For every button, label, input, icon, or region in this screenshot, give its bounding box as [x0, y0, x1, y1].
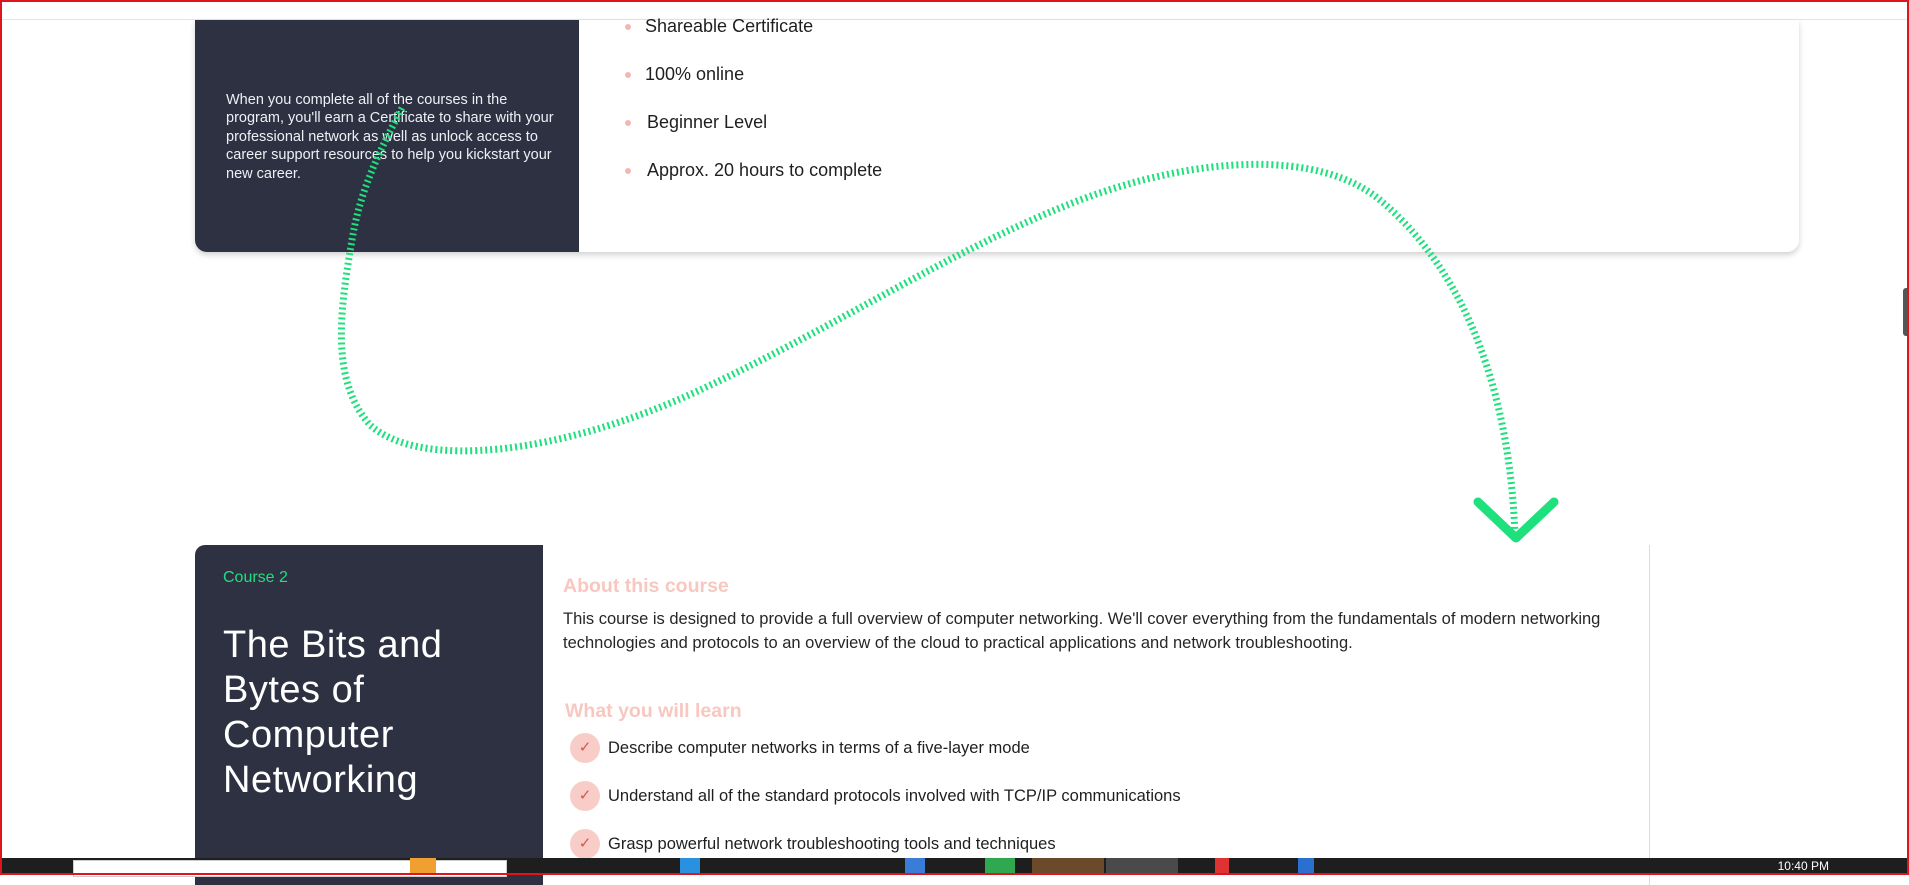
- bullet-dot-icon: [625, 120, 631, 126]
- bullet-dot-icon: [625, 168, 631, 174]
- learn-item: ✓ Describe computer networks in terms of …: [570, 733, 1181, 781]
- course-card: Course 2 The Bits and Bytes of Computer …: [195, 545, 1650, 885]
- certificate-panel: When you complete all of the courses in …: [195, 20, 579, 252]
- course-number: Course 2: [223, 569, 288, 586]
- check-icon: ✓: [570, 781, 600, 811]
- course-title[interactable]: The Bits and Bytes of Computer Networkin…: [223, 623, 523, 803]
- taskbar-app-icon[interactable]: [410, 858, 436, 875]
- feature-item: Beginner Level: [625, 110, 882, 158]
- feature-label: Shareable Certificate: [645, 16, 814, 36]
- taskbar-search-box[interactable]: [73, 860, 507, 877]
- program-features-list: Shareable Certificate 100% online Beginn…: [625, 16, 883, 212]
- feature-item: Shareable Certificate: [625, 14, 880, 62]
- os-taskbar: 10:40 PM: [0, 858, 1909, 877]
- certificate-description: When you complete all of the courses in …: [226, 92, 554, 182]
- course-title-panel: Course 2 The Bits and Bytes of Computer …: [195, 545, 543, 885]
- taskbar-app-icon-active[interactable]: [1032, 858, 1104, 875]
- arrow-head-icon: [1473, 497, 1559, 543]
- learn-item: ✓ Understand all of the standard protocol…: [570, 781, 1181, 829]
- learn-item-label: Understand all of the standard protocols…: [608, 787, 1181, 805]
- about-heading: About this course: [563, 575, 729, 597]
- taskbar-app-icon[interactable]: [680, 858, 700, 875]
- feature-item: Approx. 20 hours to complete: [625, 158, 883, 206]
- feature-label: 100% online: [645, 64, 745, 84]
- about-text: This course is designed to provide a ful…: [563, 610, 1601, 652]
- taskbar-clock[interactable]: 10:40 PM: [1778, 858, 1829, 875]
- learn-list: ✓ Describe computer networks in terms of …: [570, 733, 1181, 877]
- feature-label: Approx. 20 hours to complete: [647, 160, 883, 180]
- check-icon: ✓: [570, 733, 600, 763]
- taskbar-app-icon[interactable]: [1215, 858, 1229, 875]
- taskbar-app-icon-active[interactable]: [1106, 858, 1178, 875]
- learn-item-label: Grasp powerful network troubleshooting t…: [608, 835, 1056, 853]
- bullet-dot-icon: [625, 24, 631, 30]
- taskbar-app-icon[interactable]: [1298, 858, 1314, 875]
- check-icon: ✓: [570, 829, 600, 859]
- bullet-dot-icon: [625, 72, 631, 78]
- taskbar-app-icon[interactable]: [905, 858, 925, 875]
- scrollbar-thumb[interactable]: [1903, 288, 1909, 336]
- feature-label: Beginner Level: [647, 112, 768, 132]
- learn-item-label: Describe computer networks in terms of a…: [608, 739, 1030, 757]
- taskbar-app-icon[interactable]: [985, 858, 1015, 875]
- feature-item: 100% online: [625, 62, 880, 110]
- program-overview-card: When you complete all of the courses in …: [195, 16, 1799, 252]
- learn-heading: What you will learn: [565, 700, 742, 722]
